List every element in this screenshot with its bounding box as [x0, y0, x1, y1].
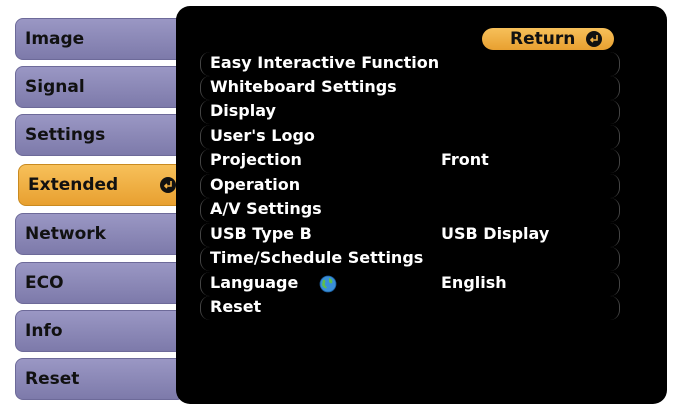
menu-item-label: Network: [25, 224, 106, 244]
item-label: Operation: [210, 175, 301, 194]
item-label: Whiteboard Settings: [210, 77, 397, 96]
menu-item-settings[interactable]: Settings: [15, 114, 185, 156]
menu-item-extended[interactable]: Extended: [18, 164, 189, 206]
list-item-operation[interactable]: Operation: [200, 174, 620, 198]
enter-icon: [586, 31, 602, 47]
item-label: Display: [210, 101, 276, 120]
item-value: USB Display: [441, 224, 550, 243]
item-value: English: [441, 273, 507, 292]
menu-item-label: Extended: [28, 175, 119, 195]
item-label: USB Type B: [210, 224, 312, 243]
item-label: User's Logo: [210, 126, 315, 145]
main-menu-sidebar: Image Signal Settings Extended Network E…: [0, 0, 190, 411]
menu-item-network[interactable]: Network: [15, 213, 185, 255]
menu-item-label: Settings: [25, 125, 106, 145]
menu-item-eco[interactable]: ECO: [15, 262, 185, 304]
list-item-usb-type-b[interactable]: USB Type B USB Display: [200, 223, 620, 247]
enter-icon: [160, 177, 176, 193]
list-item-language[interactable]: Language English: [200, 272, 620, 296]
item-label: Projection: [210, 150, 302, 169]
return-button[interactable]: Return: [482, 28, 614, 50]
menu-item-label: ECO: [25, 273, 64, 293]
globe-icon: [319, 275, 337, 293]
item-label: Language: [210, 273, 299, 292]
projector-menu-screen: Image Signal Settings Extended Network E…: [0, 0, 675, 411]
return-button-label: Return: [510, 29, 576, 49]
menu-item-label: Image: [25, 29, 85, 49]
item-label: A/V Settings: [210, 199, 322, 218]
item-value: Front: [441, 150, 489, 169]
list-item-time-schedule-settings[interactable]: Time/Schedule Settings: [200, 247, 620, 271]
list-item-easy-interactive-function[interactable]: Easy Interactive Function: [200, 52, 620, 76]
list-item-reset[interactable]: Reset: [200, 296, 620, 320]
list-item-projection[interactable]: Projection Front: [200, 149, 620, 173]
list-item-display[interactable]: Display: [200, 100, 620, 124]
menu-item-reset[interactable]: Reset: [15, 358, 185, 400]
item-label: Time/Schedule Settings: [210, 248, 424, 267]
menu-item-label: Info: [25, 321, 63, 341]
menu-item-label: Reset: [25, 369, 80, 389]
list-item-whiteboard-settings[interactable]: Whiteboard Settings: [200, 76, 620, 100]
item-label: Easy Interactive Function: [210, 53, 440, 72]
list-item-av-settings[interactable]: A/V Settings: [200, 198, 620, 222]
menu-item-image[interactable]: Image: [15, 18, 185, 60]
menu-item-label: Signal: [25, 77, 85, 97]
menu-item-signal[interactable]: Signal: [15, 66, 185, 108]
item-label: Reset: [210, 297, 262, 316]
list-item-users-logo[interactable]: User's Logo: [200, 125, 620, 149]
menu-item-info[interactable]: Info: [15, 310, 185, 352]
